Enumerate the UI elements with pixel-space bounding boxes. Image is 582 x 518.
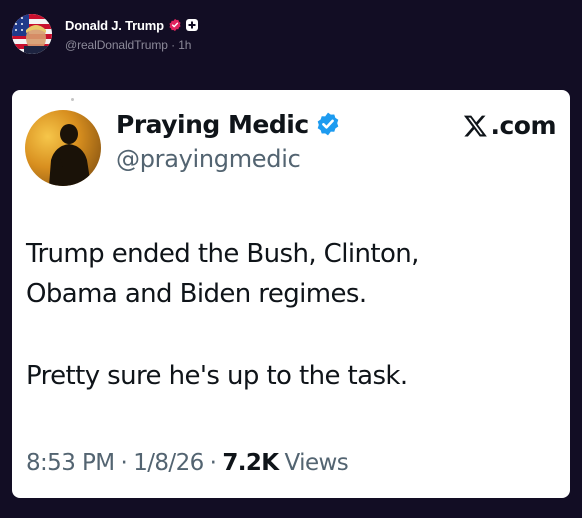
tweet-author-avatar[interactable] (25, 110, 101, 186)
tweet-author-name-row: Praying Medic (116, 108, 341, 140)
author-name-row: Donald J. Trump (65, 16, 198, 34)
verified-check-icon (315, 111, 341, 137)
plus-badge-icon (185, 19, 198, 31)
post-time[interactable]: 1h (178, 38, 191, 52)
x-logo-icon (463, 113, 488, 138)
tweet-author-display-name[interactable]: Praying Medic (116, 110, 309, 139)
tweet-meta: 8:53 PM · 1/8/26 · 7.2K Views (26, 450, 349, 476)
author-display-name[interactable]: Donald J. Trump (65, 18, 164, 33)
tweet-date[interactable]: 1/8/26 (133, 450, 204, 476)
embedded-tweet-card[interactable]: Praying Medic @prayingmedic .com Trump e… (12, 90, 570, 498)
tweet-text: Trump ended the Bush, Clinton, Obama and… (26, 234, 556, 396)
sunset-silhouette-icon (25, 110, 101, 186)
tweet-text-line: Trump ended the Bush, Clinton, (26, 239, 419, 269)
tweet-time[interactable]: 8:53 PM (26, 450, 115, 476)
verified-badge-icon (168, 18, 182, 32)
author-handle-row: @realDonaldTrump · 1h (65, 38, 198, 52)
source-link[interactable]: .com (463, 109, 556, 141)
author-names: Donald J. Trump @realDonaldTrump · 1h (65, 16, 198, 52)
views-label: Views (284, 450, 349, 476)
tweet-text-line: Obama and Biden regimes. (26, 279, 367, 309)
author-avatar[interactable] (12, 14, 52, 54)
meta-separator: · (120, 450, 128, 476)
source-label: .com (490, 110, 556, 140)
meta-separator: · (209, 450, 217, 476)
tweet-author-handle[interactable]: @prayingmedic (116, 145, 301, 173)
views-count[interactable]: 7.2K (222, 450, 279, 476)
decorative-dot (71, 98, 74, 101)
tweet-text-line: Pretty sure he's up to the task. (26, 361, 408, 391)
post-header: Donald J. Trump @realDonaldTrump · 1h (12, 12, 198, 56)
flag-portrait-icon (12, 14, 52, 54)
author-handle[interactable]: @realDonaldTrump (65, 38, 168, 52)
